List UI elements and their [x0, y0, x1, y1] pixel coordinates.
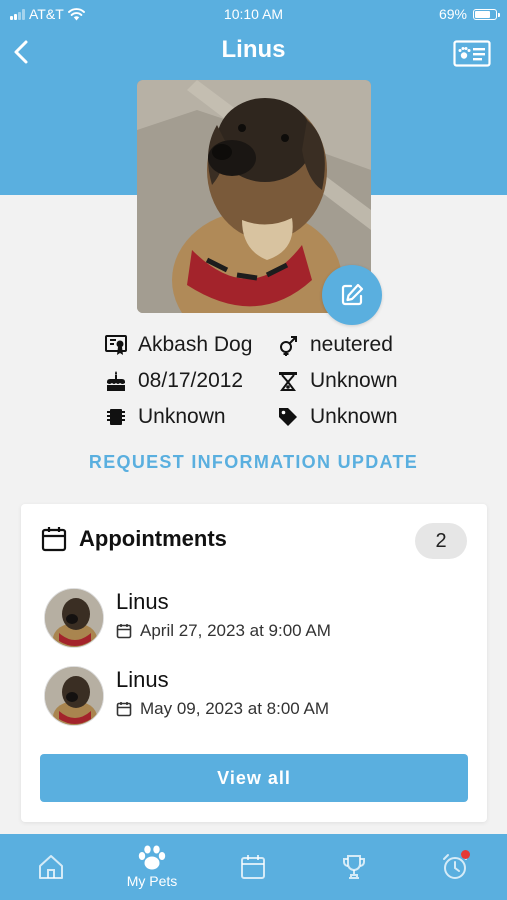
certificate-icon: [104, 333, 128, 357]
nav-bar: Linus: [0, 30, 507, 74]
tab-label: My Pets: [126, 873, 178, 889]
microchip-row: Unknown: [104, 405, 226, 429]
calendar-icon: [41, 527, 67, 552]
notification-dot: [461, 850, 470, 859]
edit-photo-button[interactable]: [322, 265, 382, 325]
calendar-icon: [241, 855, 265, 879]
appointment-item[interactable]: Linus May 09, 2023 at 8:00 AM: [44, 666, 464, 728]
pet-id-card-button[interactable]: [453, 40, 491, 67]
page-title: Linus: [221, 36, 286, 63]
microchip-value: Unknown: [138, 405, 226, 428]
request-information-update-link[interactable]: REQUEST INFORMATION UPDATE: [0, 452, 507, 473]
scale-icon: [276, 369, 300, 393]
appointments-header: Appointments: [41, 526, 227, 552]
clock: 10:10 AM: [223, 6, 284, 22]
appointments-title: Appointments: [79, 526, 227, 551]
battery-icon: [473, 8, 500, 20]
pet-avatar: [44, 666, 104, 726]
info-value-4: Unknown: [310, 369, 398, 392]
battery-percent: 69%: [438, 6, 467, 22]
tag-value: Unknown: [310, 405, 398, 428]
calendar-icon: [116, 702, 132, 717]
breed-row: Akbash Dog: [104, 333, 252, 357]
tag-icon: [276, 405, 300, 429]
appointment-item[interactable]: Linus April 27, 2023 at 9:00 AM: [44, 588, 464, 650]
cake-icon: [104, 369, 128, 393]
tag-row: Unknown: [276, 405, 398, 429]
birthdate-value: 08/17/2012: [138, 369, 244, 392]
breed-value: Akbash Dog: [138, 333, 253, 356]
trophy-icon: [343, 855, 365, 879]
info-row-4: Unknown: [276, 369, 398, 393]
battery-group: 69%: [438, 6, 500, 22]
appointment-datetime: May 09, 2023 at 8:00 AM: [116, 699, 329, 719]
view-all-button[interactable]: View all: [40, 754, 468, 802]
birthdate-row: 08/17/2012: [104, 369, 243, 393]
gender-icon: [276, 333, 300, 357]
appointments-card: Appointments 2 Linus April 27, 2023 at 9…: [21, 504, 487, 822]
tab-reminders[interactable]: [415, 834, 495, 900]
pet-avatar: [44, 588, 104, 648]
appointment-datetime-text: April 27, 2023 at 9:00 AM: [140, 621, 331, 640]
microchip-icon: [104, 405, 128, 429]
paw-icon: [138, 845, 166, 870]
id-card-icon: [453, 40, 491, 67]
appointment-datetime-text: May 09, 2023 at 8:00 AM: [140, 699, 330, 718]
sex-value: neutered: [310, 333, 393, 356]
edit-icon: [341, 283, 364, 306]
appointment-pet-name: Linus: [116, 667, 169, 692]
tab-rewards[interactable]: [314, 834, 394, 900]
tab-calendar[interactable]: [213, 834, 293, 900]
appointments-count-badge: 2: [415, 523, 467, 559]
calendar-icon: [116, 624, 132, 639]
sex-row: neutered: [276, 333, 393, 357]
status-bar: AT&T 10:10 AM 69%: [0, 0, 507, 30]
tab-home[interactable]: [11, 834, 91, 900]
appointment-datetime: April 27, 2023 at 9:00 AM: [116, 621, 331, 641]
tab-my-pets[interactable]: My Pets: [112, 834, 192, 900]
appointment-pet-name: Linus: [116, 589, 169, 614]
home-icon: [39, 855, 63, 879]
tab-bar: My Pets: [0, 834, 507, 900]
